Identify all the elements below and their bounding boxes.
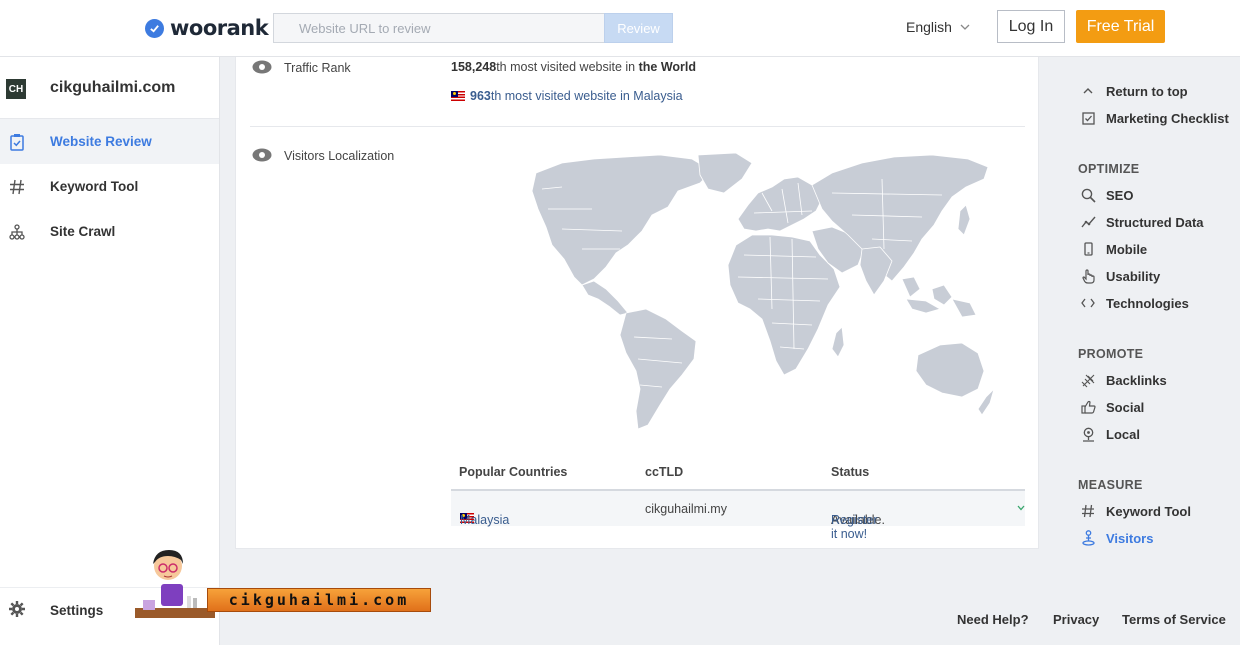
nav-item-seo[interactable]: SEO [1080,185,1133,205]
nav-label: Backlinks [1106,372,1167,388]
sidebar-item-keyword-tool[interactable]: Keyword Tool [0,164,219,209]
nav-label: Local [1106,426,1140,442]
section-title-optimize: OPTIMIZE [1078,162,1140,176]
site-favicon: CH [6,79,26,99]
watermark-banner: cikguhailmi.com [207,588,431,612]
table-row: Malaysia cikguhailmi.my Available. Regis… [451,491,1025,541]
nav-label: Structured Data [1106,214,1204,230]
eye-icon[interactable] [252,148,272,162]
return-to-top-link[interactable]: Return to top [1080,81,1188,101]
cikguhailmi-watermark: cikguhailmi.com [135,548,431,620]
nav-label: Technologies [1106,295,1189,311]
chevron-down-icon[interactable] [1017,505,1025,511]
sidebar-item-label: Website Review [50,134,152,149]
site-name: cikguhailmi.com [50,79,176,96]
sidebar-item-label: Site Crawl [50,224,116,239]
nav-label: Return to top [1106,83,1188,99]
site-header: CH cikguhailmi.com [0,57,219,119]
free-trial-button[interactable]: Free Trial [1076,10,1165,43]
nav-label: SEO [1106,187,1134,203]
country-rank-link[interactable]: 963th most visited website in Malaysia [451,89,683,103]
mobile-icon [1080,241,1096,257]
url-input[interactable] [273,13,605,43]
nav-label: Social [1106,399,1145,415]
hashtag-icon [8,178,26,196]
nav-item-local[interactable]: Local [1080,424,1140,444]
cctld-cell: cikguhailmi.my [645,502,727,516]
nav-item-social[interactable]: Social [1080,397,1144,417]
column-header-cctld: ccTLD [645,465,684,479]
nav-label: Usability [1106,268,1161,284]
sitemap-icon [8,223,26,241]
code-icon [1080,295,1096,311]
main-card: Traffic Rank 158,248th most visited webs… [235,57,1039,549]
woorank-logo[interactable]: woorank [145,16,269,40]
world-map [531,152,994,430]
map-pin-icon [1080,426,1096,442]
column-header-status: Status [831,465,870,479]
nav-item-technologies[interactable]: Technologies [1080,293,1189,313]
check-icon [145,18,164,38]
eye-icon[interactable] [252,60,272,74]
nav-item-mobile[interactable]: Mobile [1080,239,1147,259]
register-link[interactable]: Register it now! [831,513,878,541]
nav-label: Visitors [1106,530,1154,546]
need-help-link[interactable]: Need Help? [957,612,1029,627]
countries-table-header: Popular Countries ccTLD Status [451,457,1025,491]
chevron-down-icon [960,24,970,30]
nav-item-backlinks[interactable]: Backlinks [1080,370,1167,390]
clipboard-check-icon [8,133,26,151]
visitors-localization-label: Visitors Localization [284,149,395,163]
language-selector[interactable]: English [906,19,970,35]
top-bar: woorank Review English Log In Free Trial [0,0,1240,57]
nav-label: Keyword Tool [1106,503,1191,519]
privacy-link[interactable]: Privacy [1053,612,1099,627]
hashtag-icon [1080,503,1096,519]
checkbox-icon [1080,110,1096,126]
language-label: English [906,19,952,35]
gear-icon [8,600,26,621]
traffic-rank-label: Traffic Rank [284,61,351,75]
nav-label: Marketing Checklist [1106,110,1229,126]
nav-label: Mobile [1106,241,1148,257]
marketing-checklist-link[interactable]: Marketing Checklist [1080,108,1229,128]
terms-link[interactable]: Terms of Service [1122,612,1226,627]
sidebar-item-website-review[interactable]: Website Review [0,119,219,164]
login-button[interactable]: Log In [997,10,1065,43]
link-icon [1080,372,1096,388]
nav-item-structured-data[interactable]: Structured Data [1080,212,1204,232]
chart-line-icon [1080,214,1096,230]
section-title-measure: MEASURE [1078,478,1143,492]
person-pin-icon [1080,530,1096,546]
cartoon-character-image [135,550,215,618]
chevron-up-icon [1080,83,1096,99]
search-icon [1080,187,1096,203]
malaysia-flag-icon [451,91,465,101]
sidebar-item-site-crawl[interactable]: Site Crawl [0,209,219,254]
thumbs-up-icon [1080,399,1096,415]
review-button[interactable]: Review [604,13,673,43]
divider [250,126,1025,127]
column-header-countries: Popular Countries [459,465,568,479]
right-navigation: Return to top Marketing Checklist OPTIMI… [1060,57,1240,645]
hand-pointer-icon [1080,268,1096,284]
sidebar-item-label: Keyword Tool [50,179,139,194]
logo-text: woorank [170,16,269,40]
nav-item-usability[interactable]: Usability [1080,266,1160,286]
settings-label: Settings [50,603,104,618]
section-title-promote: PROMOTE [1078,347,1144,361]
nav-item-visitors[interactable]: Visitors [1080,528,1153,548]
world-rank-text: 158,248th most visited website in the Wo… [451,60,697,74]
nav-item-keyword-tool[interactable]: Keyword Tool [1080,501,1191,521]
